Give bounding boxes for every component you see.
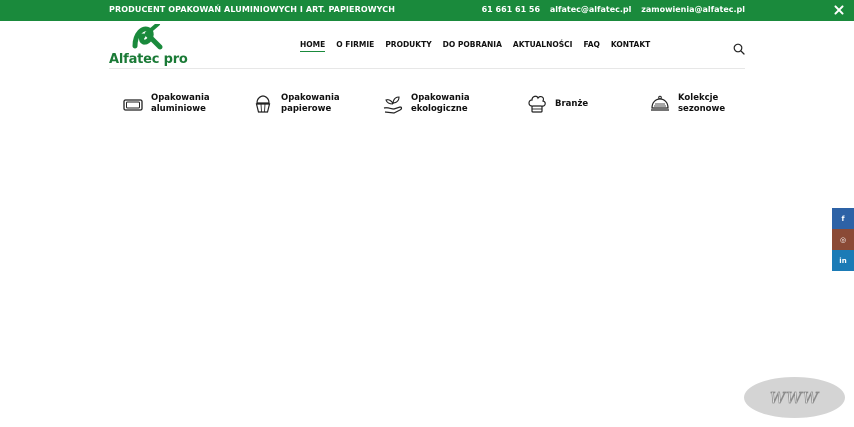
nav-o-firmie[interactable]: O FIRMIE [336,40,374,52]
cupcake-icon [255,95,271,113]
site-header: Alfatec pro HOME O FIRMIE PRODUKTY DO PO… [109,21,745,69]
category-aluminium[interactable]: Opakowania aluminiowe [122,84,210,124]
category-label-line1: Kolekcje [678,93,719,103]
www-badge-text: WWW [769,388,820,407]
main-nav: HOME O FIRMIE PRODUKTY DO POBRANIA AKTUA… [300,40,661,52]
category-label-line1: Opakowania [411,93,470,103]
linkedin-icon[interactable]: in [832,250,854,271]
chef-hat-icon [528,95,546,113]
category-branze[interactable]: Branże [526,84,588,124]
instagram-icon[interactable]: ◎ [832,229,854,250]
category-label-line1: Opakowania [281,93,340,103]
category-eco[interactable]: Opakowania ekologiczne [382,84,470,124]
category-label-line2: ekologiczne [411,104,468,114]
nav-do-pobrania[interactable]: DO POBRANIA [443,40,502,52]
nav-home[interactable]: HOME [300,40,326,52]
category-label-line1: Opakowania [151,93,210,103]
phone-link[interactable]: 61 661 61 56 [482,5,540,14]
category-label-line2: sezonowe [678,104,726,114]
top-bar-contacts: 61 661 61 56 alfatec@alfatec.pl zamowien… [475,5,745,14]
category-seasonal[interactable]: Kolekcje sezonowe [649,84,725,124]
social-sidebar: f ◎ in [832,208,854,271]
nav-aktualnosci[interactable]: AKTUALNOŚCI [513,40,573,52]
category-bar: Opakowania aluminiowe Opakowania papiero… [109,84,745,124]
www-badge[interactable]: WWW [744,377,845,418]
eco-hand-icon [383,96,403,114]
category-label-line1: Branże [555,98,589,109]
category-label-line2: aluminiowe [151,104,206,114]
search-icon[interactable] [733,40,745,55]
email-link-alfatec[interactable]: alfatec@alfatec.pl [550,5,632,14]
top-bar: PRODUCENT OPAKOWAŃ ALUMINIOWYCH I ART. P… [0,0,854,21]
category-paper[interactable]: Opakowania papierowe [252,84,340,124]
category-label-line2: papierowe [281,104,332,114]
top-bar-tagline: PRODUCENT OPAKOWAŃ ALUMINIOWYCH I ART. P… [109,5,396,14]
logo-text: Alfatec pro [109,52,188,67]
nav-faq[interactable]: FAQ [583,40,599,52]
tray-icon [123,99,143,111]
nav-produkty[interactable]: PRODUKTY [385,40,431,52]
close-icon[interactable] [832,3,846,17]
logo[interactable]: Alfatec pro [109,24,194,68]
nav-kontakt[interactable]: KONTAKT [611,40,650,52]
logo-mark-icon [132,24,163,50]
email-link-zamowienia[interactable]: zamowienia@alfatec.pl [641,5,745,14]
facebook-icon[interactable]: f [832,208,854,229]
cloche-icon [651,95,669,111]
